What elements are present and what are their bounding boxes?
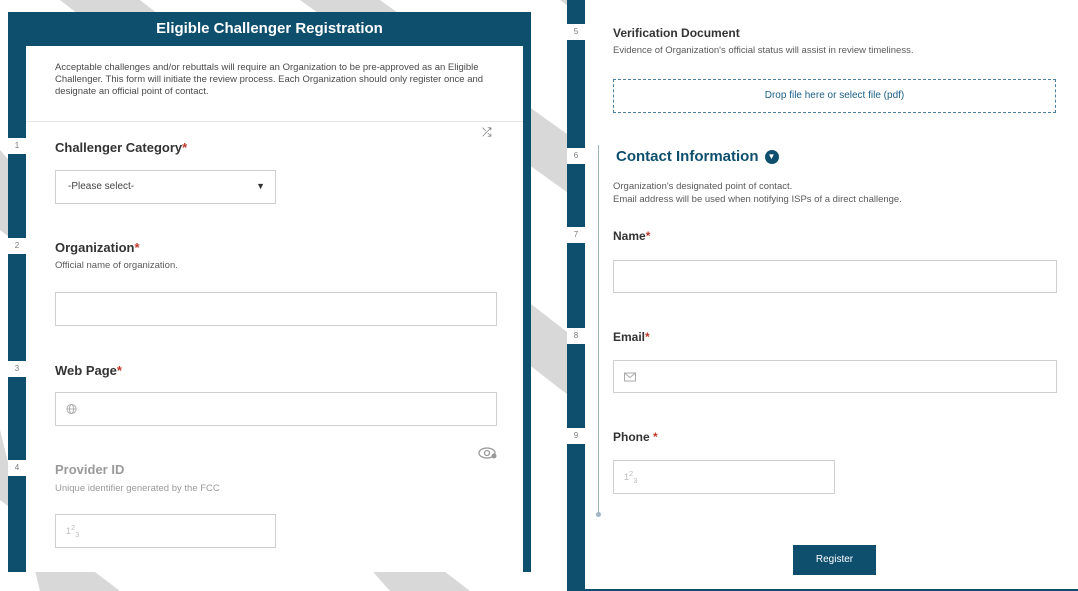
organization-label-text: Organization <box>55 240 135 255</box>
verification-document-description: Evidence of Organization's official stat… <box>613 45 914 56</box>
left-rail <box>567 0 585 591</box>
organization-label: Organization* <box>55 240 140 255</box>
chevron-down-icon[interactable]: ▼ <box>764 150 779 165</box>
email-label-text: Email <box>613 330 646 344</box>
contact-information-description-1: Organization's designated point of conta… <box>613 181 793 192</box>
required-marker: * <box>645 229 651 243</box>
envelope-icon <box>624 372 636 381</box>
left-form-panel: Eligible Challenger Registration Accepta… <box>8 12 531 572</box>
right-rail <box>523 12 531 572</box>
question-number-7: 7 <box>567 227 585 243</box>
challenger-category-label: Challenger Category* <box>55 140 187 155</box>
challenger-category-value: -Please select- <box>68 181 135 192</box>
phone-label-text: Phone <box>613 430 650 444</box>
name-label: Name* <box>613 229 650 243</box>
provider-id-input[interactable]: 123 <box>55 514 276 548</box>
right-form-panel: 5 Verification Document Evidence of Orga… <box>567 0 1078 591</box>
email-label: Email* <box>613 330 650 344</box>
web-page-input[interactable] <box>55 392 497 426</box>
question-number-1: 1 <box>8 138 26 154</box>
verification-document-label: Verification Document <box>613 26 740 40</box>
required-marker: * <box>116 363 122 378</box>
required-marker: * <box>645 330 650 344</box>
eye-icon[interactable] <box>478 446 498 460</box>
form-title: Eligible Challenger Registration <box>8 12 531 46</box>
form-intro: Acceptable challenges and/or rebuttals w… <box>26 46 523 122</box>
section-group-line <box>598 145 599 515</box>
organization-description: Official name of organization. <box>55 260 178 271</box>
web-page-label: Web Page* <box>55 363 122 378</box>
contact-information-description-2: Email address will be used when notifyin… <box>613 194 902 205</box>
file-dropzone[interactable]: Drop file here or select file (pdf) <box>613 79 1056 113</box>
web-page-label-text: Web Page <box>55 363 117 378</box>
section-group-end-dot <box>596 512 601 517</box>
question-number-3: 3 <box>8 361 26 377</box>
question-number-2: 2 <box>8 238 26 254</box>
organization-input[interactable] <box>55 292 497 326</box>
screenshot-stage: Eligible Challenger Registration Accepta… <box>0 0 1078 591</box>
globe-icon <box>66 403 77 415</box>
register-button[interactable]: Register <box>793 545 876 575</box>
required-marker: * <box>134 240 140 255</box>
contact-information-section[interactable]: Contact Information ▼ <box>616 148 779 165</box>
email-input[interactable] <box>613 360 1057 393</box>
phone-label: Phone * <box>613 430 658 444</box>
numeric-icon: 123 <box>66 523 80 539</box>
required-marker: * <box>182 140 188 155</box>
question-number-4: 4 <box>8 460 26 476</box>
contact-information-title: Contact Information <box>616 148 759 165</box>
question-number-6: 6 <box>567 148 585 164</box>
challenger-category-select[interactable]: -Please select- ▼ <box>55 170 276 204</box>
challenger-category-label-text: Challenger Category <box>55 140 183 155</box>
question-number-5: 5 <box>567 24 585 40</box>
chevron-down-icon: ▼ <box>256 181 265 191</box>
name-input[interactable] <box>613 260 1057 293</box>
provider-id-label: Provider ID <box>55 462 125 477</box>
question-number-9: 9 <box>567 428 585 444</box>
shuffle-icon[interactable]: ⤮ <box>482 125 492 140</box>
phone-input[interactable]: 123 <box>613 460 835 494</box>
question-number-8: 8 <box>567 328 585 344</box>
provider-id-description: Unique identifier generated by the FCC <box>55 483 220 494</box>
name-label-text: Name <box>613 229 646 243</box>
left-rail <box>8 12 26 572</box>
numeric-icon: 123 <box>624 469 638 485</box>
required-marker: * <box>653 430 658 444</box>
